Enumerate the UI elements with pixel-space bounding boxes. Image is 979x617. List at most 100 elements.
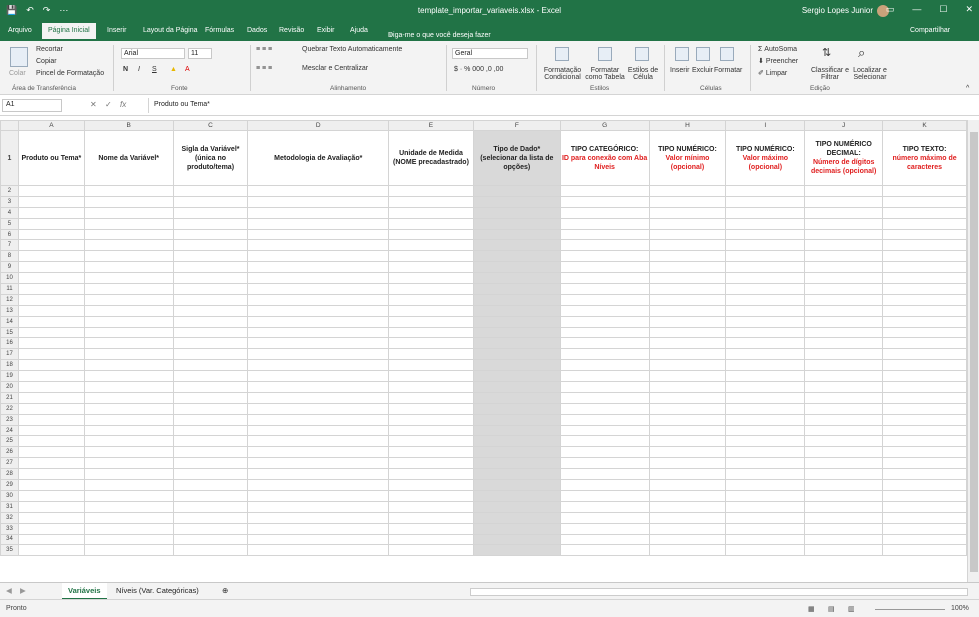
column-header-d[interactable]: D bbox=[247, 120, 390, 131]
format-table-icon[interactable] bbox=[598, 47, 612, 61]
cell[interactable] bbox=[247, 435, 390, 448]
cell[interactable] bbox=[559, 326, 650, 339]
cell[interactable] bbox=[882, 283, 967, 295]
cell[interactable] bbox=[804, 489, 884, 502]
sort-filter-icon[interactable]: ⇅ bbox=[822, 46, 831, 59]
cell[interactable] bbox=[388, 435, 474, 448]
cell[interactable] bbox=[559, 261, 650, 274]
cell[interactable] bbox=[247, 261, 390, 274]
cell[interactable] bbox=[172, 457, 249, 470]
header-cell[interactable]: TIPO NUMÉRICO: Valor máximo (opcional) bbox=[725, 130, 806, 186]
insert-cells-icon[interactable] bbox=[675, 47, 689, 61]
font-size-select[interactable]: 11 bbox=[188, 48, 212, 59]
cell[interactable] bbox=[247, 489, 390, 502]
conditional-format-button[interactable]: Formatação Condicional bbox=[540, 67, 585, 81]
cancel-icon[interactable]: ✕ bbox=[90, 100, 97, 109]
cell[interactable] bbox=[388, 544, 474, 557]
cell[interactable] bbox=[172, 522, 249, 535]
cell[interactable] bbox=[172, 446, 249, 459]
ribbon-display-icon[interactable]: ▭ bbox=[886, 4, 895, 15]
cell[interactable] bbox=[804, 457, 884, 470]
cell[interactable] bbox=[725, 544, 806, 557]
cell[interactable] bbox=[388, 228, 474, 241]
cell[interactable] bbox=[804, 381, 884, 393]
cell[interactable] bbox=[648, 293, 727, 306]
cell[interactable] bbox=[804, 337, 884, 350]
cell[interactable] bbox=[559, 500, 650, 513]
italic-button[interactable]: I bbox=[138, 66, 140, 73]
cell[interactable] bbox=[17, 500, 85, 513]
delete-cells-button[interactable]: Excluir bbox=[692, 67, 713, 74]
cell[interactable] bbox=[725, 326, 806, 339]
paste-button[interactable]: Colar bbox=[9, 70, 26, 77]
cell[interactable] bbox=[648, 500, 727, 513]
header-cell[interactable]: TIPO TEXTO: número máximo de caracteres bbox=[882, 130, 967, 186]
cell[interactable] bbox=[804, 293, 884, 306]
collapse-ribbon-icon[interactable]: ^ bbox=[966, 85, 969, 92]
cell[interactable] bbox=[247, 402, 390, 415]
tab-inserir[interactable]: Inserir bbox=[107, 27, 126, 34]
cell[interactable] bbox=[83, 402, 174, 415]
row-header[interactable]: 21 bbox=[0, 391, 19, 404]
cell[interactable] bbox=[725, 283, 806, 295]
cell[interactable] bbox=[882, 544, 967, 557]
cell[interactable] bbox=[247, 457, 390, 470]
cell[interactable] bbox=[725, 272, 806, 285]
cell[interactable] bbox=[559, 250, 650, 263]
cell[interactable] bbox=[648, 381, 727, 393]
cell[interactable] bbox=[388, 522, 474, 535]
cell[interactable] bbox=[472, 446, 561, 459]
cell[interactable] bbox=[882, 413, 967, 426]
cell[interactable] bbox=[559, 381, 650, 393]
cell[interactable] bbox=[388, 304, 474, 317]
number-format-icons[interactable]: $ · % 000 ,0 ,00 bbox=[454, 66, 503, 73]
header-cell[interactable]: TIPO NUMÉRICO: Valor mínimo (opcional) bbox=[648, 130, 727, 186]
cell[interactable] bbox=[804, 468, 884, 481]
cell[interactable] bbox=[648, 468, 727, 481]
cell[interactable] bbox=[804, 261, 884, 274]
cell-styles-button[interactable]: Estilos de Célula bbox=[626, 67, 660, 81]
cell[interactable] bbox=[882, 217, 967, 230]
row-header[interactable]: 20 bbox=[0, 381, 19, 393]
cell[interactable] bbox=[388, 457, 474, 470]
cell[interactable] bbox=[882, 315, 967, 328]
cell[interactable] bbox=[648, 217, 727, 230]
cell[interactable] bbox=[17, 326, 85, 339]
cell[interactable] bbox=[882, 348, 967, 361]
row-header[interactable]: 6 bbox=[0, 228, 19, 241]
row-header[interactable]: 18 bbox=[0, 359, 19, 372]
cell[interactable] bbox=[388, 195, 474, 208]
row-header[interactable]: 23 bbox=[0, 413, 19, 426]
cell[interactable] bbox=[559, 239, 650, 252]
cell[interactable] bbox=[804, 359, 884, 372]
cell[interactable] bbox=[882, 479, 967, 491]
cell[interactable] bbox=[172, 283, 249, 295]
cell[interactable] bbox=[882, 370, 967, 383]
cell[interactable] bbox=[725, 511, 806, 524]
cell[interactable] bbox=[725, 489, 806, 502]
cell[interactable] bbox=[559, 446, 650, 459]
cell[interactable] bbox=[725, 424, 806, 437]
cell[interactable] bbox=[804, 533, 884, 546]
cell[interactable] bbox=[725, 228, 806, 241]
cell[interactable] bbox=[882, 206, 967, 219]
cell[interactable] bbox=[83, 272, 174, 285]
cell[interactable] bbox=[804, 195, 884, 208]
cell[interactable] bbox=[17, 206, 85, 219]
cell[interactable] bbox=[882, 468, 967, 481]
cell[interactable] bbox=[83, 489, 174, 502]
font-color-icon[interactable]: A bbox=[185, 66, 190, 73]
cell[interactable] bbox=[882, 457, 967, 470]
cell[interactable] bbox=[559, 457, 650, 470]
name-box[interactable]: A1 bbox=[2, 99, 62, 112]
cell[interactable] bbox=[725, 457, 806, 470]
tab-formulas[interactable]: Fórmulas bbox=[205, 27, 234, 34]
cell[interactable] bbox=[172, 185, 249, 197]
cell[interactable] bbox=[83, 283, 174, 295]
cell[interactable] bbox=[882, 185, 967, 197]
cell[interactable] bbox=[247, 446, 390, 459]
cell[interactable] bbox=[472, 533, 561, 546]
format-table-button[interactable]: Formatar como Tabela bbox=[585, 67, 625, 81]
cell[interactable] bbox=[882, 326, 967, 339]
cell[interactable] bbox=[83, 435, 174, 448]
